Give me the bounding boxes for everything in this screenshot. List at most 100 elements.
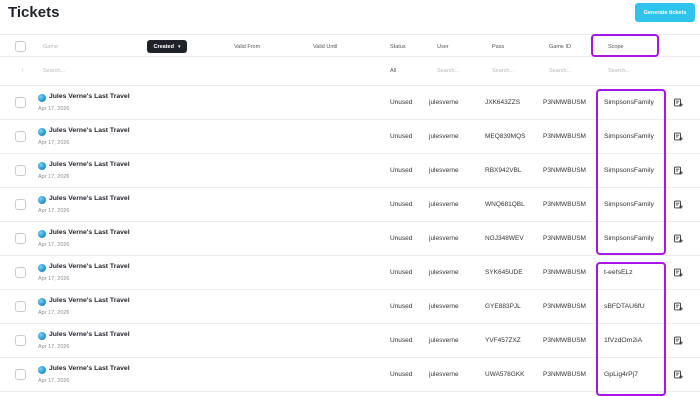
column-game[interactable]: Game (43, 44, 58, 50)
globe-icon (38, 366, 46, 374)
status-filter-select[interactable]: All (390, 68, 396, 74)
globe-icon (38, 332, 46, 340)
scope-group-highlight-2 (596, 262, 666, 396)
status-cell: Unused (390, 235, 413, 242)
game-id-cell: P3NMWBUSM (543, 133, 586, 140)
row-checkbox[interactable] (15, 267, 26, 278)
row-checkbox[interactable] (15, 165, 26, 176)
game-id-cell: P3NMWBUSM (543, 337, 586, 344)
row-checkbox[interactable] (15, 199, 26, 210)
game-name[interactable]: Jules Verne's Last Travel (49, 229, 130, 236)
generate-tickets-button[interactable]: Generate tickets (635, 3, 695, 22)
game-name[interactable]: Jules Verne's Last Travel (49, 297, 130, 304)
table-row[interactable]: Jules Verne's Last Travel Apr 17, 2026 U… (0, 120, 700, 154)
table-row[interactable]: Jules Verne's Last Travel Apr 17, 2026 U… (0, 86, 700, 120)
row-checkbox[interactable] (15, 335, 26, 346)
created-date: Apr 17, 2026 (38, 106, 70, 112)
edit-ticket-icon[interactable] (674, 370, 683, 379)
table-row[interactable]: Jules Verne's Last Travel Apr 17, 2026 U… (0, 256, 700, 290)
pass-cell: WNQ681QBL (485, 201, 525, 208)
edit-ticket-icon[interactable] (674, 336, 683, 345)
game-id-search-input[interactable]: Search... (549, 68, 571, 74)
user-cell: julesverne (429, 167, 459, 174)
globe-icon (38, 94, 46, 102)
created-date: Apr 17, 2026 (38, 310, 70, 316)
edit-ticket-icon[interactable] (674, 98, 683, 107)
user-cell: julesverne (429, 235, 459, 242)
pass-cell: RBX942VBL (485, 167, 522, 174)
row-checkbox[interactable] (15, 97, 26, 108)
column-status[interactable]: Status (390, 44, 406, 50)
created-date: Apr 17, 2026 (38, 242, 70, 248)
game-name[interactable]: Jules Verne's Last Travel (49, 127, 130, 134)
pass-cell: MEQ839MQS (485, 133, 526, 140)
table-row[interactable]: Jules Verne's Last Travel Apr 17, 2026 U… (0, 188, 700, 222)
column-user[interactable]: User (437, 44, 449, 50)
pass-cell: UWA578GKK (485, 371, 525, 378)
globe-icon (38, 298, 46, 306)
created-date: Apr 17, 2026 (38, 208, 70, 214)
user-cell: julesverne (429, 337, 459, 344)
game-name[interactable]: Jules Verne's Last Travel (49, 331, 130, 338)
table-row[interactable]: Jules Verne's Last Travel Apr 17, 2026 U… (0, 290, 700, 324)
game-id-cell: P3NMWBUSM (543, 99, 586, 106)
sort-created-button[interactable]: Created ▾ (147, 40, 187, 53)
filter-row: ↑ Search... All Search... Search... Sear… (0, 57, 700, 86)
table-row[interactable]: Jules Verne's Last Travel Apr 17, 2026 U… (0, 358, 700, 392)
edit-ticket-icon[interactable] (674, 132, 683, 141)
user-search-input[interactable]: Search... (437, 68, 459, 74)
status-cell: Unused (390, 269, 413, 276)
edit-ticket-icon[interactable] (674, 268, 683, 277)
status-cell: Unused (390, 201, 413, 208)
row-checkbox[interactable] (15, 233, 26, 244)
column-pass[interactable]: Pass (492, 44, 504, 50)
table-row[interactable]: Jules Verne's Last Travel Apr 17, 2026 U… (0, 222, 700, 256)
created-date: Apr 17, 2026 (38, 276, 70, 282)
column-game-id[interactable]: Game ID (549, 44, 571, 50)
game-name[interactable]: Jules Verne's Last Travel (49, 263, 130, 270)
created-label: Created (153, 43, 174, 50)
scope-search-input[interactable]: Search... (608, 68, 630, 74)
game-name[interactable]: Jules Verne's Last Travel (49, 161, 130, 168)
row-checkbox[interactable] (15, 301, 26, 312)
game-name[interactable]: Jules Verne's Last Travel (49, 365, 130, 372)
globe-icon (38, 162, 46, 170)
status-cell: Unused (390, 133, 413, 140)
globe-icon (38, 128, 46, 136)
column-valid-until[interactable]: Valid Until (313, 44, 337, 50)
game-id-cell: P3NMWBUSM (543, 235, 586, 242)
globe-icon (38, 264, 46, 272)
created-date: Apr 17, 2026 (38, 344, 70, 350)
select-all-checkbox[interactable] (15, 41, 26, 52)
edit-ticket-icon[interactable] (674, 200, 683, 209)
user-cell: julesverne (429, 201, 459, 208)
created-date: Apr 17, 2026 (38, 174, 70, 180)
game-name[interactable]: Jules Verne's Last Travel (49, 93, 130, 100)
pass-cell: JXK643ZZS (485, 99, 521, 106)
edit-ticket-icon[interactable] (674, 302, 683, 311)
column-valid-from[interactable]: Valid From (234, 44, 260, 50)
status-cell: Unused (390, 337, 413, 344)
chevron-down-icon: ▾ (177, 43, 181, 50)
pass-search-input[interactable]: Search... (492, 68, 514, 74)
pass-cell: GYE883PJL (485, 303, 521, 310)
game-id-cell: P3NMWBUSM (543, 201, 586, 208)
user-cell: julesverne (429, 269, 459, 276)
row-checkbox[interactable] (15, 131, 26, 142)
table-row[interactable]: Jules Verne's Last Travel Apr 17, 2026 U… (0, 154, 700, 188)
status-cell: Unused (390, 99, 413, 106)
game-search-input[interactable]: Search... (43, 68, 65, 74)
game-id-cell: P3NMWBUSM (543, 303, 586, 310)
game-name[interactable]: Jules Verne's Last Travel (49, 195, 130, 202)
table-row[interactable]: Jules Verne's Last Travel Apr 17, 2026 U… (0, 324, 700, 358)
globe-icon (38, 196, 46, 204)
pass-cell: YVF457ZXZ (485, 337, 521, 344)
globe-icon (38, 230, 46, 238)
scope-group-highlight-1 (596, 89, 666, 255)
pass-cell: NGJ348WEV (485, 235, 524, 242)
sort-arrow-icon: ↑ (21, 68, 24, 74)
row-checkbox[interactable] (15, 369, 26, 380)
status-cell: Unused (390, 303, 413, 310)
edit-ticket-icon[interactable] (674, 166, 683, 175)
edit-ticket-icon[interactable] (674, 234, 683, 243)
